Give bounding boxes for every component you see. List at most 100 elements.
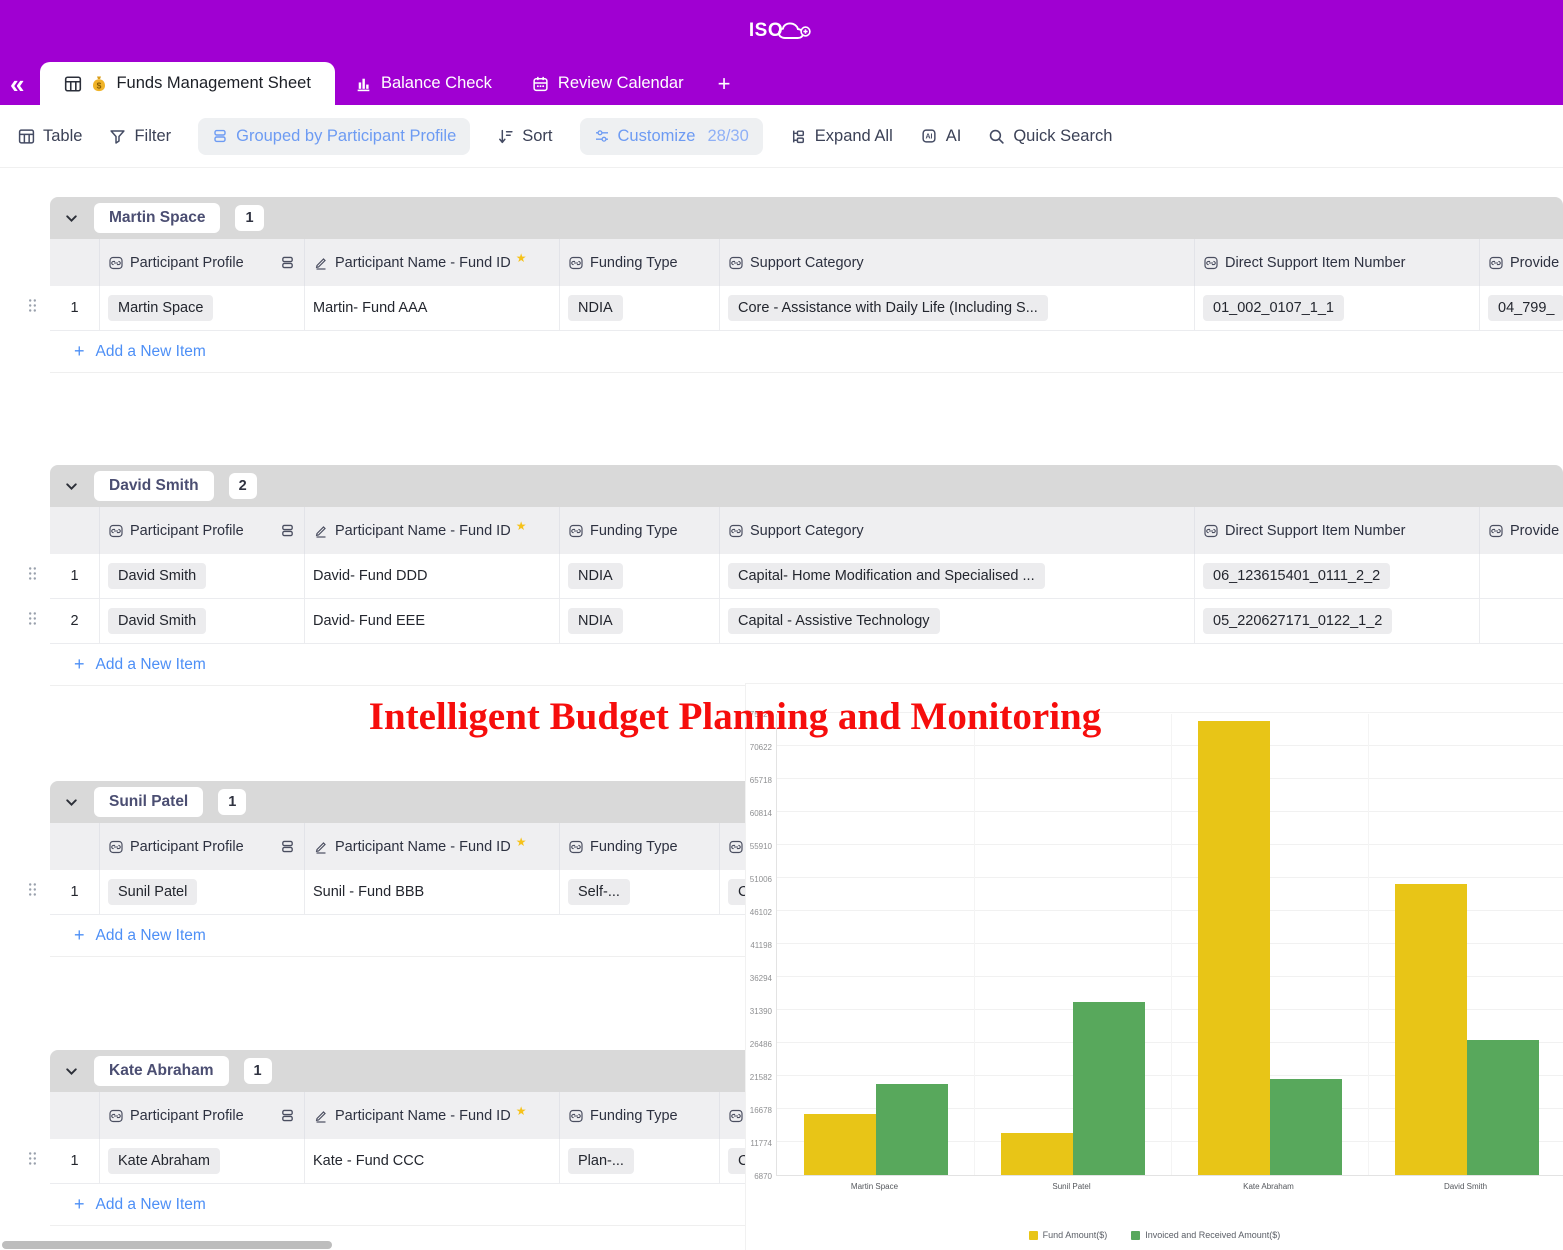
expand-all-label: Expand All [815,127,893,146]
cell-participant-profile[interactable]: David Smith [100,554,305,598]
row-number[interactable]: 1 [50,870,100,914]
cell-funding-type[interactable]: Self-... [560,870,720,914]
group-name-badge[interactable]: Kate Abraham [94,1056,229,1086]
chevron-down-icon[interactable] [64,479,79,494]
column-participant-name-fund-id[interactable]: Participant Name - Fund ID ★ [305,239,560,286]
link-field-icon [1204,256,1218,270]
column-participant-profile[interactable]: Participant Profile [100,239,305,286]
quick-search-label: Quick Search [1013,127,1112,146]
column-participant-name-fund-id[interactable]: Participant Name - Fund ID ★ [305,507,560,554]
cell-provider[interactable]: 04_799_ [1480,286,1563,330]
expand-tree-icon [790,128,807,145]
tab-balance-check[interactable]: Balance Check [335,62,512,105]
row-number[interactable]: 1 [50,286,100,330]
cell-participant-profile[interactable]: Martin Space [100,286,305,330]
cell-participant-name[interactable]: David- Fund DDD [305,554,560,598]
grouped-by-button[interactable]: Grouped by Participant Profile [198,118,470,155]
cell-support-category[interactable]: Capital- Home Modification and Specialis… [720,554,1195,598]
cell-funding-type[interactable]: Plan-... [560,1139,720,1183]
drag-handle-icon[interactable] [28,566,37,586]
cell-participant-name[interactable]: Sunil - Fund BBB [305,870,560,914]
cell-participant-name[interactable]: David- Fund EEE [305,599,560,643]
primary-field-star-icon: ★ [516,1104,527,1118]
link-field-icon [109,256,123,270]
filter-button[interactable]: Filter [109,127,171,146]
quick-search-button[interactable]: Quick Search [988,127,1112,146]
drag-handle-icon[interactable] [28,882,37,902]
customize-button[interactable]: Customize 28/30 [580,118,763,155]
add-sheet-button[interactable]: + [704,62,745,105]
app-window: ISO « $ Funds Management Sheet [0,0,1563,1250]
column-provider[interactable]: Provide [1480,239,1563,286]
ai-button[interactable]: AI AI [920,127,962,146]
cell-support-category[interactable]: Capital - Assistive Technology [720,599,1195,643]
y-axis-tick-label: 55910 [746,842,772,851]
column-participant-profile[interactable]: Participant Profile [100,507,305,554]
group-count-badge: 2 [229,473,257,499]
column-funding-type[interactable]: Funding Type [560,507,720,554]
chevron-down-icon[interactable] [64,1064,79,1079]
horizontal-scrollbar[interactable] [2,1241,332,1249]
cell-funding-type[interactable]: NDIA [560,599,720,643]
column-direct-support-item-number[interactable]: Direct Support Item Number [1195,239,1480,286]
group-name-badge[interactable]: Sunil Patel [94,787,203,817]
tab-funds-management-sheet[interactable]: $ Funds Management Sheet [40,62,334,105]
view-table-button[interactable]: Table [18,127,82,146]
add-new-item-button[interactable]: + Add a New Item [50,644,1563,686]
link-field-icon [569,524,583,538]
cell-item-number[interactable]: 01_002_0107_1_1 [1195,286,1480,330]
cell-participant-profile[interactable]: Kate Abraham [100,1139,305,1183]
column-participant-name-fund-id[interactable]: Participant Name - Fund ID ★ [305,823,560,870]
column-participant-profile[interactable]: Participant Profile [100,823,305,870]
row-number-header [50,239,100,286]
cell-provider[interactable] [1480,599,1563,643]
cell-funding-type[interactable]: NDIA [560,286,720,330]
y-axis-tick-label: 31390 [746,1007,772,1016]
column-provider[interactable]: Provide [1480,507,1563,554]
cell-provider[interactable] [1480,554,1563,598]
drag-handle-icon[interactable] [28,298,37,318]
column-support-category[interactable]: Support Category [720,239,1195,286]
customize-count: 28/30 [707,127,748,146]
link-field-icon [569,840,583,854]
cell-participant-name[interactable]: Kate - Fund CCC [305,1139,560,1183]
chevron-down-icon[interactable] [64,211,79,226]
column-funding-type[interactable]: Funding Type [560,239,720,286]
drag-handle-icon[interactable] [28,611,37,631]
add-new-item-button[interactable]: + Add a New Item [50,331,1563,373]
column-participant-name-fund-id[interactable]: Participant Name - Fund ID ★ [305,1092,560,1139]
group-name-badge[interactable]: Martin Space [94,203,220,233]
cell-item-number[interactable]: 06_123615401_0111_2_2 [1195,554,1480,598]
cell-funding-type[interactable]: NDIA [560,554,720,598]
y-axis-tick-label: 11774 [746,1139,772,1148]
column-funding-type[interactable]: Funding Type [560,1092,720,1139]
primary-field-star-icon: ★ [516,251,527,265]
drag-handle-icon[interactable] [28,1151,37,1171]
tab-review-calendar[interactable]: Review Calendar [512,62,704,105]
group-name-badge[interactable]: David Smith [94,471,214,501]
column-participant-profile[interactable]: Participant Profile [100,1092,305,1139]
chevron-down-icon[interactable] [64,795,79,810]
column-support-category[interactable]: Support Category [720,507,1195,554]
pencil-icon [314,256,328,270]
cell-support-category[interactable]: Core - Assistance with Daily Life (Inclu… [720,286,1195,330]
bar-fund-amount [1198,721,1270,1175]
table-row: 2 David Smith David- Fund EEE NDIA Capit… [50,599,1563,644]
column-funding-type[interactable]: Funding Type [560,823,720,870]
sort-button[interactable]: Sort [497,127,552,146]
link-field-icon [109,840,123,854]
chart-plot-area [776,714,1563,1176]
link-field-icon [109,524,123,538]
cell-item-number[interactable]: 05_220627171_0122_1_2 [1195,599,1480,643]
cell-participant-profile[interactable]: David Smith [100,599,305,643]
cell-participant-profile[interactable]: Sunil Patel [100,870,305,914]
cell-participant-name[interactable]: Martin- Fund AAA [305,286,560,330]
expand-all-button[interactable]: Expand All [790,127,893,146]
row-number[interactable]: 1 [50,1139,100,1183]
column-direct-support-item-number[interactable]: Direct Support Item Number [1195,507,1480,554]
ai-label: AI [946,127,962,146]
row-number[interactable]: 2 [50,599,100,643]
row-number[interactable]: 1 [50,554,100,598]
collapse-sidebar-icon[interactable]: « [10,71,24,97]
group-rows-icon [280,255,295,270]
